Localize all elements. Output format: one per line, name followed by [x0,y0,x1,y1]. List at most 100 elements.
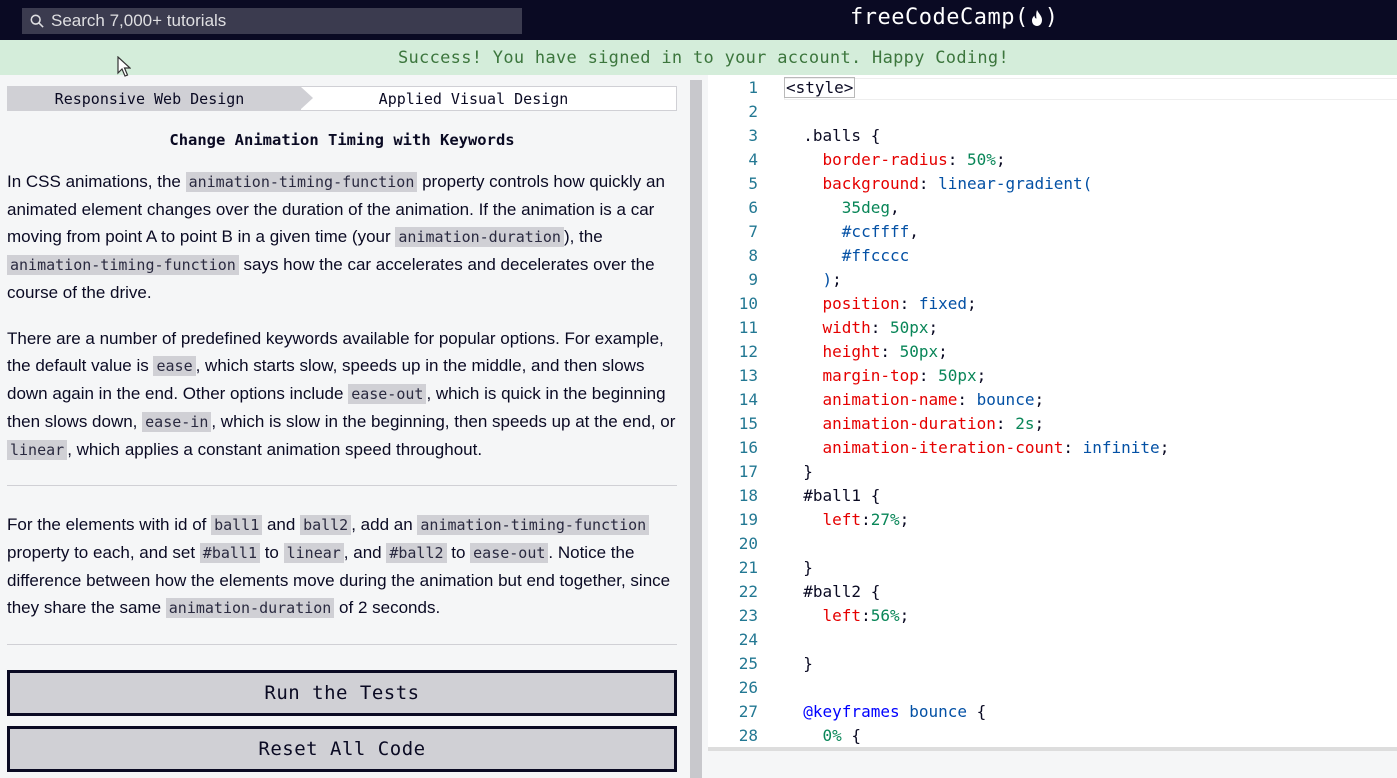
code-token: #ffcccc [841,246,910,265]
run-tests-button[interactable]: Run the Tests [7,670,677,716]
code-text: height: 50px; [784,340,948,364]
code-token: border-radius [822,150,948,169]
line-number: 4 [748,150,758,169]
code-line: 1 <style> [708,76,1397,100]
code-line: 19 left:27%; [708,508,1397,532]
code-text: animation-iteration-count: infinite; [784,436,1170,460]
line-number: 13 [738,366,758,385]
divider [7,644,677,645]
inline-code: ease [153,356,196,376]
code-token: ; [928,318,939,337]
inline-code: ball1 [211,515,263,535]
code-line: 22 #ball2 { [708,580,1397,604]
code-line: 20 [708,532,1397,556]
code-line: 28 0% { [708,724,1397,747]
code-token: } [803,462,813,481]
code-token: 35deg [841,198,890,217]
code-token: ; [938,342,948,361]
flash-success-message: Success! You have signed in to your acco… [0,40,1397,75]
line-number: 11 [738,318,758,337]
code-token: #ball2 { [803,582,881,601]
instructions-scrollbar[interactable] [690,80,702,778]
code-token: : [880,342,900,361]
inline-code: animation-timing-function [185,172,418,192]
line-number: 28 [738,726,758,745]
code-text: background: linear-gradient( [784,172,1093,196]
code-token: background [822,174,919,193]
code-line: 12 height: 50px; [708,340,1397,364]
breadcrumb: Responsive Web Design Applied Visual Des… [7,86,677,111]
code-editor[interactable]: 1 <style> 2 3 .balls {4 border-radius: 50%;… [708,75,1397,747]
code-token: : [947,150,968,169]
code-text: width: 50px; [784,316,939,340]
divider [7,485,677,486]
line-number: 16 [738,438,758,457]
breadcrumb-block[interactable]: Applied Visual Design [301,87,676,110]
code-token: left [822,510,862,529]
code-line: 11 width: 50px; [708,316,1397,340]
code-token: : [918,366,939,385]
description-paragraph-1: In CSS animations, the animation-timing-… [7,172,665,302]
code-line: 9 ); [708,268,1397,292]
inline-code: ball2 [300,515,352,535]
code-text: animation-duration: 2s; [784,412,1045,436]
code-token: ; [1034,414,1045,433]
code-token: { [967,702,987,721]
freecodecamp-logo[interactable]: freeCodeCamp( ) [850,5,1058,30]
panel-splitter[interactable] [688,75,708,778]
inline-code: linear [283,543,344,563]
code-text: } [784,556,813,580]
code-text: .balls { [784,124,880,148]
inline-code: animation-duration [395,227,564,247]
code-line: 13 margin-top: 50px; [708,364,1397,388]
code-line: 5 background: linear-gradient( [708,172,1397,196]
code-token: 56% [870,606,900,625]
code-text: } [784,652,813,676]
code-token: fixed [918,294,968,313]
code-text: animation-name: bounce; [784,388,1045,412]
code-token: ; [967,294,977,313]
line-number: 1 [748,78,758,97]
code-text: left:56%; [784,604,910,628]
code-token: 50px [938,366,977,385]
code-line: 6 35deg, [708,196,1397,220]
code-text: 0% { [784,724,862,747]
description-paragraph-2: There are a number of predefined keyword… [7,329,676,460]
code-text: #ball1 { [784,484,880,508]
inline-code: ease-in [142,412,212,432]
code-token: bounce [909,702,968,721]
code-token: 50% [967,150,996,169]
code-token: : [861,510,871,529]
code-token: ; [995,150,1006,169]
code-token: ; [1034,390,1045,409]
instructions-paragraph: For the elements with id of ball1 and ba… [7,515,671,618]
line-number: 18 [738,486,758,505]
code-token: ; [899,510,910,529]
code-token: 27% [870,510,900,529]
line-number: 8 [748,246,758,265]
code-text: position: fixed; [784,292,977,316]
code-line: 21 } [708,556,1397,580]
code-token: ; [976,366,987,385]
code-token: 50px [899,342,939,361]
code-text: } [784,460,813,484]
code-text: margin-top: 50px; [784,364,987,388]
code-token: : [1063,438,1083,457]
line-number: 20 [738,534,758,553]
challenge-title: Change Animation Timing with Keywords [169,131,515,149]
code-token: : [899,294,919,313]
line-number: 27 [738,702,758,721]
reset-code-button[interactable]: Reset All Code [7,726,677,772]
search-input[interactable] [51,11,511,31]
code-line: 4 border-radius: 50%; [708,148,1397,172]
code-token: } [803,654,813,673]
search-bar[interactable] [22,8,522,34]
code-token: ; [899,606,910,625]
code-line: 23 left:56%; [708,604,1397,628]
code-token: .balls { [803,126,881,145]
breadcrumb-superblock[interactable]: Responsive Web Design [8,87,313,110]
flame-icon [1031,9,1042,26]
code-token: } [803,558,813,577]
instructions-panel: Responsive Web Design Applied Visual Des… [0,75,688,778]
code-token: : [918,174,939,193]
